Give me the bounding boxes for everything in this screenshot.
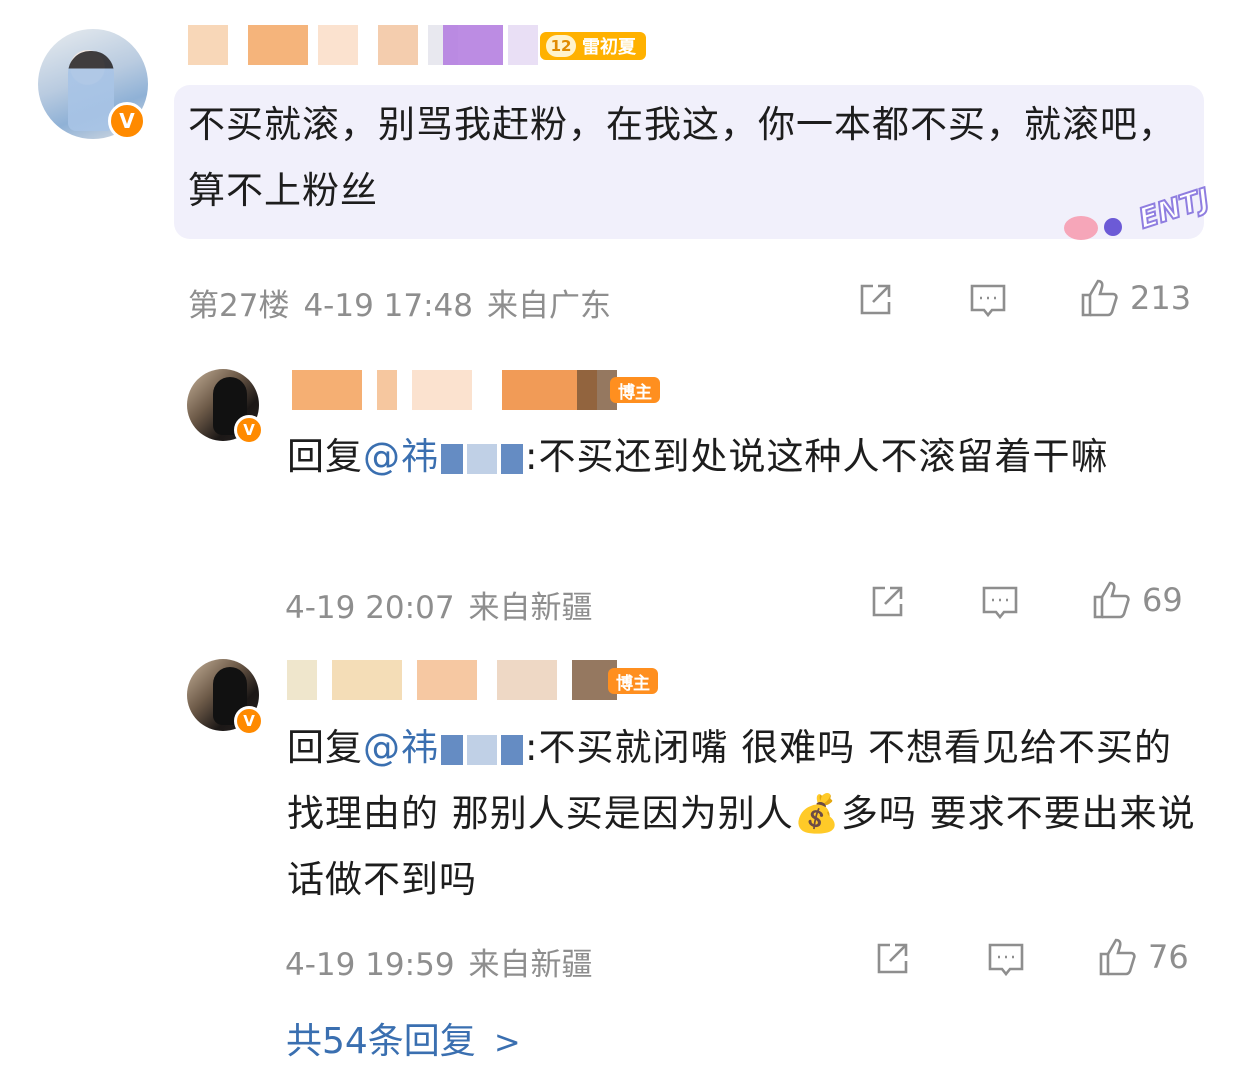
mention-mask — [441, 734, 463, 765]
timestamp: 4-19 20:07 — [285, 590, 455, 626]
floor-number: 第27楼 — [188, 288, 290, 324]
level-number: 12 — [546, 35, 576, 57]
share-icon — [860, 284, 891, 315]
pig-icon — [1064, 216, 1098, 240]
reply-prefix: 回复 — [287, 726, 363, 769]
like-button[interactable]: 213 — [1080, 278, 1191, 318]
comment-meta: 第27楼 4-19 17:48 来自广东 — [188, 280, 625, 325]
reply-text: 回复@祎:不买就闭嘴 很难吗 不想看见给不买的找理由的 那别人买是因为别人💰多吗… — [287, 715, 1207, 913]
mention-start: @祎 — [363, 726, 439, 769]
comment-icon — [982, 586, 1018, 620]
like-button[interactable]: 69 — [1092, 580, 1183, 620]
mention-link[interactable]: @祎 — [363, 435, 525, 478]
chevron-right-icon: > — [493, 1023, 521, 1061]
comment-icon — [970, 284, 1006, 318]
comment-icon — [988, 943, 1024, 977]
ball-icon — [1104, 218, 1122, 236]
username-censored[interactable] — [287, 660, 617, 700]
location: 来自新疆 — [468, 947, 593, 983]
username-censored[interactable] — [292, 370, 624, 410]
level-tag: 12 雷初夏 — [540, 32, 646, 60]
share-icon — [872, 586, 903, 617]
more-replies-label: 共54条回复 — [286, 1021, 476, 1062]
mention-link[interactable]: @祎 — [363, 726, 525, 769]
reply-body: :不买还到处说这种人不滚留着干嘛 — [525, 435, 1109, 478]
mention-start: @祎 — [363, 435, 439, 478]
like-icon — [1093, 581, 1130, 619]
reply-prefix: 回复 — [287, 435, 363, 478]
comment-meta: 4-19 20:07 来自新疆 — [285, 582, 607, 627]
verified-badge-icon: V — [108, 102, 146, 140]
mention-mask — [441, 443, 463, 474]
comment-button[interactable] — [980, 582, 1020, 622]
mention-mask — [501, 443, 523, 474]
more-replies-link[interactable]: 共54条回复 > — [286, 1012, 521, 1064]
verified-badge-icon: V — [234, 415, 264, 445]
reply-text: 回复@祎 :不买还到处说这种人不滚留着干嘛 — [287, 424, 1207, 490]
mention-mask — [467, 734, 497, 765]
share-button[interactable] — [867, 582, 907, 622]
share-button[interactable] — [872, 939, 912, 979]
bubble-sticker: ENTJ — [1060, 181, 1225, 246]
level-title: 雷初夏 — [582, 37, 636, 58]
timestamp: 4-19 17:48 — [303, 288, 473, 324]
like-icon — [1081, 279, 1118, 317]
money-bag-icon: 💰 — [793, 792, 841, 835]
comment-meta: 4-19 19:59 来自新疆 — [285, 939, 607, 984]
sticker-label: ENTJ — [1134, 181, 1215, 237]
username-censored[interactable] — [188, 25, 538, 65]
share-button[interactable] — [855, 280, 895, 320]
mention-mask — [501, 734, 523, 765]
location: 来自广东 — [487, 288, 611, 324]
like-count: 213 — [1130, 279, 1192, 317]
share-icon — [877, 943, 908, 974]
comment-text: 不买就滚，别骂我赶粉，在我这，你一本都不买，就滚吧，算不上粉丝 — [188, 103, 1176, 212]
like-count: 76 — [1148, 938, 1189, 976]
like-icon — [1099, 938, 1136, 976]
timestamp: 4-19 19:59 — [285, 947, 455, 983]
blogger-tag: 博主 — [608, 668, 658, 694]
like-count: 69 — [1142, 581, 1183, 619]
comment-button[interactable] — [986, 939, 1026, 979]
like-button[interactable]: 76 — [1098, 937, 1189, 977]
location: 来自新疆 — [468, 590, 593, 626]
comment-button[interactable] — [968, 280, 1008, 320]
blogger-tag: 博主 — [610, 377, 660, 403]
mention-mask — [467, 443, 497, 474]
verified-badge-icon: V — [234, 706, 264, 736]
